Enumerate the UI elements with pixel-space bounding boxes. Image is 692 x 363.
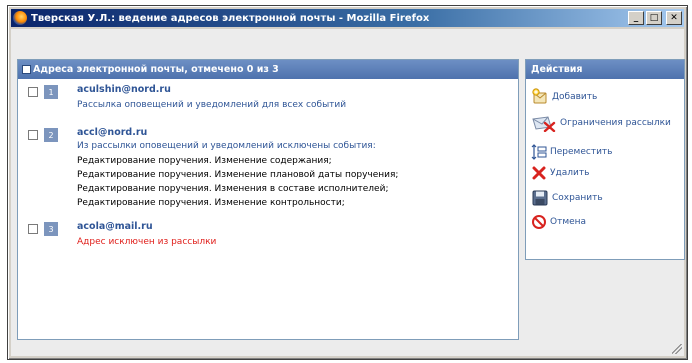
add-icon	[532, 88, 547, 104]
address-note: Рассылка оповещений и уведомлений для вс…	[77, 100, 347, 110]
addresses-panel-title: Адреса электронной почты, отмечено 0 из …	[33, 64, 279, 75]
page-content: Адреса электронной почты, отмечено 0 из …	[11, 29, 685, 356]
address-note: Из рассылки оповещений и уведомлений иск…	[77, 141, 376, 151]
close-button[interactable]: ✕	[666, 11, 682, 25]
mail-restrictions-label: Ограничения рассылки	[560, 118, 671, 128]
actions-panel-header: Действия	[526, 60, 684, 79]
address-checkbox[interactable]	[28, 224, 38, 234]
add-button[interactable]: Добавить	[531, 88, 597, 106]
move-button[interactable]: Переместить	[531, 144, 612, 160]
excluded-event: Редактирование поручения. Изменение план…	[77, 170, 399, 180]
mail-restrictions-button[interactable]: Ограничения рассылки	[531, 114, 671, 132]
excluded-event: Редактирование поручения. Изменения в со…	[77, 184, 389, 194]
maximize-button[interactable]: □	[646, 11, 662, 25]
address-checkbox[interactable]	[28, 130, 38, 140]
address-index-badge: 3	[44, 222, 58, 236]
address-index-badge: 2	[44, 128, 58, 142]
address-note: Адрес исключен из рассылки	[77, 237, 217, 247]
address-checkbox[interactable]	[28, 87, 38, 97]
resize-grip[interactable]	[672, 344, 682, 354]
move-icon	[531, 144, 547, 160]
window-title: Тверская У.Л.: ведение адресов электронн…	[31, 12, 430, 24]
delete-icon	[532, 166, 546, 180]
addresses-panel-header: Адреса электронной почты, отмечено 0 из …	[18, 60, 518, 79]
add-button-label: Добавить	[552, 92, 598, 102]
minimize-button[interactable]: _	[628, 11, 644, 25]
move-button-label: Переместить	[550, 147, 613, 157]
cancel-icon	[532, 215, 546, 229]
address-email[interactable]: accl@nord.ru	[77, 127, 147, 138]
address-email[interactable]: aculshin@nord.ru	[77, 84, 171, 95]
address-email[interactable]: acola@mail.ru	[77, 221, 153, 232]
save-button[interactable]: Сохранить	[531, 189, 603, 207]
cancel-button-label: Отмена	[550, 217, 587, 227]
addresses-panel: Адреса электронной почты, отмечено 0 из …	[17, 59, 519, 340]
excluded-event: Редактирование поручения. Изменение соде…	[77, 156, 332, 166]
actions-panel: Действия Добавить Ограничения рассылки П…	[525, 59, 685, 260]
save-button-label: Сохранить	[552, 193, 603, 203]
browser-window: Тверская У.Л.: ведение адресов электронн…	[7, 5, 688, 360]
title-bar[interactable]: Тверская У.Л.: ведение адресов электронн…	[11, 9, 684, 27]
mail-restrict-icon	[532, 116, 556, 132]
actions-panel-title: Действия	[531, 64, 583, 75]
cancel-button[interactable]: Отмена	[531, 214, 586, 230]
firefox-icon	[13, 11, 27, 25]
excluded-event: Редактирование поручения. Изменение конт…	[77, 198, 345, 208]
address-index-badge: 1	[44, 85, 58, 99]
save-icon	[532, 190, 548, 206]
delete-button[interactable]: Удалить	[531, 165, 589, 181]
select-all-checkbox[interactable]	[22, 65, 31, 74]
delete-button-label: Удалить	[550, 168, 590, 178]
